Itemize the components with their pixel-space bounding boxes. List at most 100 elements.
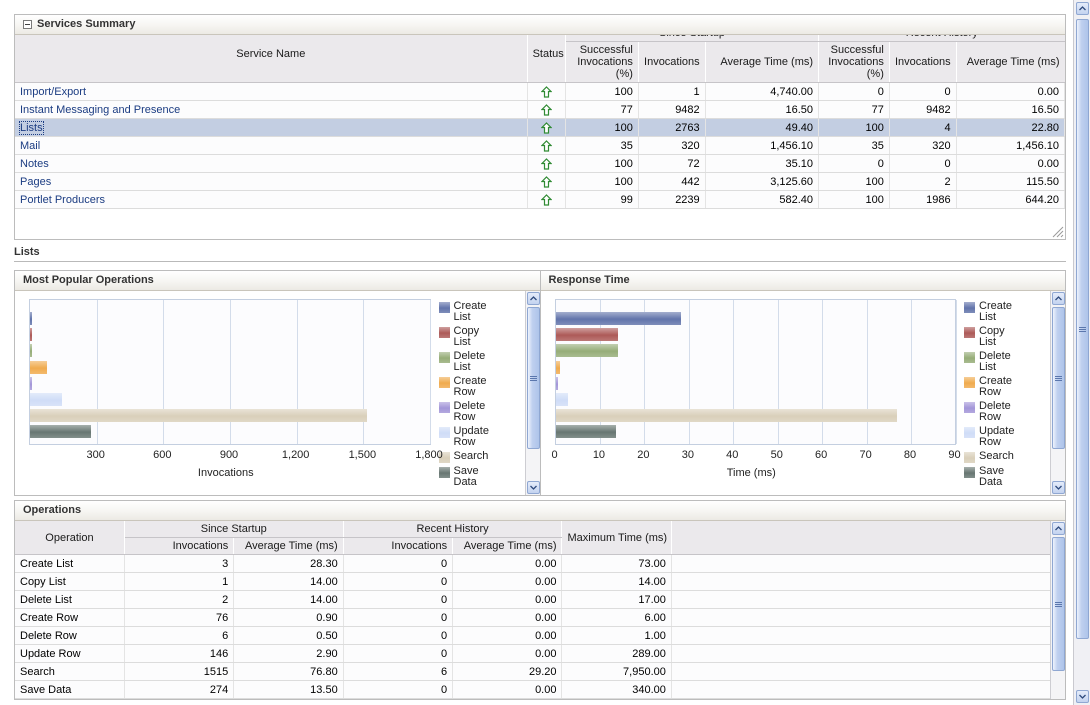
col-service-name[interactable]: Service Name: [15, 35, 528, 83]
chart-bar[interactable]: [555, 376, 558, 390]
service-name-cell[interactable]: Portlet Producers: [15, 190, 528, 209]
table-row[interactable]: Search 1515 76.80 6 29.20 7,950.00: [15, 662, 1065, 681]
col-ss-invocations[interactable]: Invocations: [638, 41, 706, 83]
legend-item[interactable]: Update Row: [438, 426, 525, 448]
col-ss-average-time[interactable]: Average Time (ms): [705, 41, 820, 83]
legend-item[interactable]: Search: [964, 451, 1050, 463]
table-row[interactable]: Create List 3 28.30 0 0.00 73.00: [15, 554, 1065, 573]
legend-item[interactable]: Delete List: [438, 351, 525, 373]
x-tick-label: 30: [681, 449, 694, 461]
service-link[interactable]: Lists: [19, 120, 44, 135]
legend-item[interactable]: Create Row: [438, 376, 525, 398]
page-vertical-scrollbar[interactable]: [1073, 0, 1090, 705]
col-rh-invocations[interactable]: Invocations: [889, 41, 957, 83]
operation-name-cell: Search: [15, 662, 125, 681]
chart-0-scroll-thumb[interactable]: [526, 307, 540, 449]
maximum-time-cell: 289.00: [561, 644, 672, 663]
service-name-cell[interactable]: Mail: [15, 136, 528, 155]
response-time-header: Response Time: [540, 271, 1065, 291]
rh-invocations-cell: 0: [343, 608, 454, 627]
chart-bar[interactable]: [555, 393, 569, 407]
page-scroll-thumb[interactable]: [1076, 19, 1089, 639]
chart-0-scroll-up-button[interactable]: [526, 292, 540, 305]
col-rh-invocations[interactable]: Invocations: [343, 537, 454, 555]
service-name-cell[interactable]: Instant Messaging and Presence: [15, 100, 528, 119]
chart-1-scroll-thumb[interactable]: [1052, 307, 1065, 449]
service-name-cell[interactable]: Notes: [15, 154, 528, 173]
page-scroll-down-button[interactable]: [1076, 690, 1089, 703]
col-rh-successful-pct[interactable]: Successful Invocations (%): [818, 41, 890, 83]
table-row[interactable]: Portlet Producers 99 2239 582.40 100 1986 644.…: [15, 190, 1065, 209]
col-ss-successful-pct[interactable]: Successful Invocations (%): [565, 41, 639, 83]
table-row[interactable]: Instant Messaging and Presence 77 9482 16.5…: [15, 100, 1065, 119]
chart-bar[interactable]: [555, 328, 618, 342]
table-row[interactable]: Pages 100 442 3,125.60 100 2 115.50: [15, 172, 1065, 191]
table-row[interactable]: Update Row 146 2.90 0 0.00 289.00: [15, 644, 1065, 663]
operations-scroll-thumb[interactable]: [1052, 537, 1065, 671]
col-group-since-startup: Since Startup: [124, 521, 344, 538]
legend-item[interactable]: Save Data: [964, 466, 1050, 488]
chart-0-vertical-scrollbar[interactable]: [524, 291, 540, 495]
legend-item[interactable]: Search: [438, 451, 525, 463]
chart-bar[interactable]: [30, 393, 63, 407]
table-row[interactable]: Delete Row 6 0.50 0 0.00 1.00: [15, 626, 1065, 645]
chart-bar[interactable]: [555, 344, 618, 358]
legend-item[interactable]: Update Row: [964, 426, 1050, 448]
legend-item[interactable]: Save Data: [438, 466, 525, 488]
minus-box-icon[interactable]: [23, 20, 32, 29]
operations-vertical-scrollbar[interactable]: [1050, 521, 1065, 699]
table-row[interactable]: Delete List 2 14.00 0 0.00 17.00: [15, 590, 1065, 609]
legend-item[interactable]: Create List: [964, 301, 1050, 323]
legend-label: Delete Row: [453, 400, 486, 423]
col-rh-average-time[interactable]: Average Time (ms): [452, 537, 563, 555]
chart-0-scroll-down-button[interactable]: [526, 481, 540, 494]
chart-1-vertical-scrollbar[interactable]: [1050, 291, 1065, 495]
chart-bar[interactable]: [555, 425, 616, 439]
service-name-cell[interactable]: Import/Export: [15, 82, 528, 101]
col-ss-invocations[interactable]: Invocations: [124, 537, 235, 555]
table-row[interactable]: Save Data 274 13.50 0 0.00 340.00: [15, 680, 1065, 699]
chart-bar[interactable]: [30, 360, 47, 374]
chart-bar[interactable]: [30, 344, 32, 358]
table-resize-grip[interactable]: [1052, 226, 1064, 238]
col-ss-average-time[interactable]: Average Time (ms): [233, 537, 344, 555]
service-link[interactable]: Instant Messaging and Presence: [20, 104, 180, 116]
service-link[interactable]: Portlet Producers: [20, 194, 105, 206]
col-rh-average-time[interactable]: Average Time (ms): [956, 41, 1065, 83]
col-status[interactable]: Status: [527, 35, 567, 83]
chart-bar[interactable]: [30, 425, 91, 439]
legend-item[interactable]: Delete Row: [964, 401, 1050, 423]
chart-bar[interactable]: [555, 409, 897, 423]
chart-1-scroll-up-button[interactable]: [1052, 292, 1065, 305]
legend-item[interactable]: Create Row: [964, 376, 1050, 398]
col-maximum-time[interactable]: Maximum Time (ms): [561, 521, 672, 555]
table-row[interactable]: Notes 100 72 35.10 0 0 0.00: [15, 154, 1065, 173]
col-operation[interactable]: Operation: [15, 521, 125, 555]
table-row[interactable]: Lists 100 2763 49.40 100 4 22.80: [15, 118, 1065, 137]
service-name-cell[interactable]: Lists: [15, 118, 528, 137]
service-link[interactable]: Mail: [20, 140, 40, 152]
service-link[interactable]: Pages: [20, 176, 51, 188]
legend-item[interactable]: Create List: [438, 301, 525, 323]
chart-bar[interactable]: [30, 409, 367, 423]
chart-bar[interactable]: [30, 312, 32, 326]
operations-group-header-row: Operation Since Startup Recent History M…: [15, 521, 1065, 555]
page-scroll-up-button[interactable]: [1076, 2, 1089, 15]
chart-bar[interactable]: [555, 360, 560, 374]
legend-item[interactable]: Delete List: [964, 351, 1050, 373]
chart-bar[interactable]: [30, 376, 32, 390]
table-row[interactable]: Import/Export 100 1 4,740.00 0 0 0.00: [15, 82, 1065, 101]
service-link[interactable]: Notes: [20, 158, 49, 170]
table-row[interactable]: Copy List 1 14.00 0 0.00 14.00: [15, 572, 1065, 591]
legend-item[interactable]: Copy List: [438, 326, 525, 348]
operations-scroll-up-button[interactable]: [1052, 522, 1065, 535]
service-link[interactable]: Import/Export: [20, 86, 86, 98]
table-row[interactable]: Create Row 76 0.90 0 0.00 6.00: [15, 608, 1065, 627]
service-name-cell[interactable]: Pages: [15, 172, 528, 191]
table-row[interactable]: Mail 35 320 1,456.10 35 320 1,456.10: [15, 136, 1065, 155]
legend-item[interactable]: Copy List: [964, 326, 1050, 348]
chart-bar[interactable]: [30, 328, 32, 342]
chart-bar[interactable]: [555, 312, 682, 326]
chart-1-scroll-down-button[interactable]: [1052, 481, 1065, 494]
legend-item[interactable]: Delete Row: [438, 400, 525, 423]
